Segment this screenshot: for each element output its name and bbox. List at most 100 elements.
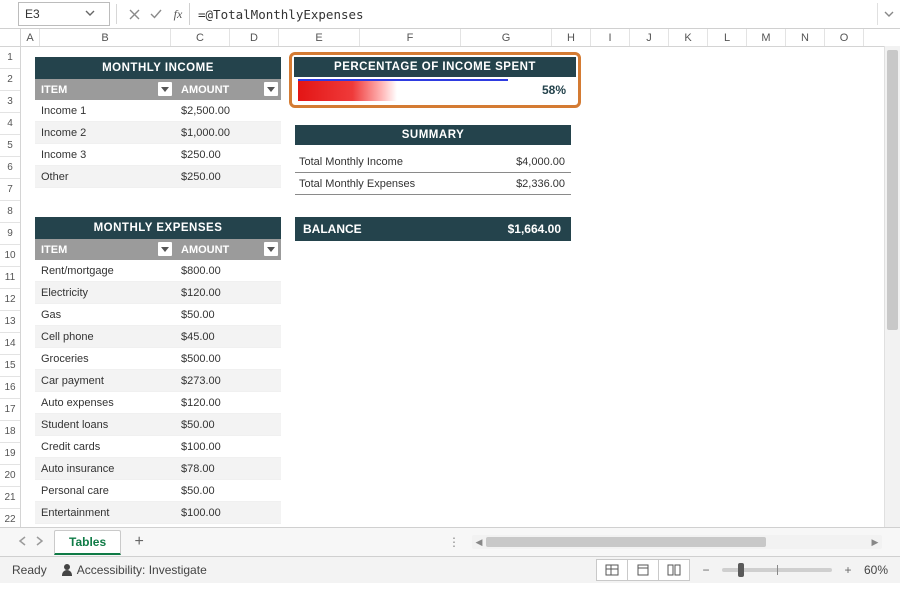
enter-formula-button[interactable] [145, 3, 167, 25]
balance-value: $1,664.00 [451, 222, 571, 236]
tab-next-button[interactable] [35, 535, 44, 549]
item-cell: Cell phone [35, 331, 175, 343]
tab-prev-button[interactable] [18, 535, 27, 549]
view-normal-button[interactable] [596, 559, 628, 581]
table-row[interactable]: Student loans$50.00 [35, 414, 281, 436]
row-header[interactable]: 4 [0, 113, 20, 135]
table-row[interactable]: Rent/mortgage$800.00 [35, 260, 281, 282]
column-header[interactable]: C [171, 29, 230, 46]
row-header[interactable]: 10 [0, 245, 20, 267]
summary-panel: SUMMARY Total Monthly Income$4,000.00Tot… [295, 125, 571, 195]
scroll-left-icon[interactable]: ◀ [472, 537, 486, 548]
amount-cell: $250.00 [175, 171, 281, 183]
column-header[interactable]: L [708, 29, 747, 46]
column-header[interactable]: F [360, 29, 461, 46]
vertical-scrollbar[interactable] [884, 46, 900, 527]
table-row[interactable]: Car payment$273.00 [35, 370, 281, 392]
zoom-slider[interactable] [722, 568, 832, 572]
zoom-in-button[interactable]: + [842, 563, 854, 577]
scrollbar-thumb[interactable] [887, 50, 898, 330]
column-header[interactable]: A [21, 29, 40, 46]
row-header[interactable]: 5 [0, 135, 20, 157]
column-header[interactable]: J [630, 29, 669, 46]
table-row[interactable]: Personal care$50.00 [35, 480, 281, 502]
table-row[interactable]: Auto insurance$78.00 [35, 458, 281, 480]
table-row[interactable]: Gas$50.00 [35, 304, 281, 326]
filter-icon[interactable] [264, 242, 278, 256]
amount-cell: $50.00 [175, 309, 281, 321]
column-header[interactable]: E [279, 29, 360, 46]
sheet-surface[interactable]: MONTHLY INCOME ITEM AMOUNT Income 1$2,50… [21, 47, 900, 527]
row-header[interactable]: 21 [0, 487, 20, 509]
row-header[interactable]: 17 [0, 399, 20, 421]
sheet-tab-tables[interactable]: Tables [54, 530, 121, 555]
row-header[interactable]: 13 [0, 311, 20, 333]
column-header[interactable]: H [552, 29, 591, 46]
scroll-right-icon[interactable]: ▶ [868, 537, 882, 548]
chevron-down-icon[interactable] [64, 7, 109, 21]
zoom-level[interactable]: 60% [864, 563, 888, 577]
zoom-slider-thumb[interactable] [738, 563, 744, 577]
row-header[interactable]: 22 [0, 509, 20, 527]
accessibility-button[interactable]: Accessibility: Investigate [61, 563, 207, 577]
row-header[interactable]: 7 [0, 179, 20, 201]
summary-label: Total Monthly Income [295, 156, 475, 168]
item-cell: Auto expenses [35, 397, 175, 409]
row-header[interactable]: 3 [0, 91, 20, 113]
expand-formula-bar-button[interactable] [877, 3, 900, 25]
summary-line: Total Monthly Expenses$2,336.00 [295, 173, 571, 195]
cancel-formula-button[interactable] [123, 3, 145, 25]
table-row[interactable]: Income 1$2,500.00 [35, 100, 281, 122]
row-header[interactable]: 9 [0, 223, 20, 245]
table-row[interactable]: Other$250.00 [35, 166, 281, 188]
horizontal-scrollbar[interactable]: ◀ ▶ [472, 535, 882, 549]
filter-icon[interactable] [158, 242, 172, 256]
tab-drag-handle-icon[interactable]: ⋮ [448, 535, 462, 549]
column-header[interactable]: K [669, 29, 708, 46]
column-header[interactable]: I [591, 29, 630, 46]
table-row[interactable]: Cell phone$45.00 [35, 326, 281, 348]
amount-cell: $120.00 [175, 287, 281, 299]
row-header[interactable]: 11 [0, 267, 20, 289]
formula-input[interactable]: =@TotalMonthlyExpenses [189, 3, 877, 25]
row-header[interactable]: 8 [0, 201, 20, 223]
row-header[interactable]: 14 [0, 333, 20, 355]
view-page-break-button[interactable] [658, 559, 690, 581]
view-page-layout-button[interactable] [627, 559, 659, 581]
row-header[interactable]: 16 [0, 377, 20, 399]
row-header[interactable]: 18 [0, 421, 20, 443]
table-row[interactable]: Income 2$1,000.00 [35, 122, 281, 144]
zoom-out-button[interactable]: − [700, 563, 712, 577]
filter-icon[interactable] [158, 82, 172, 96]
column-header[interactable]: B [40, 29, 171, 46]
name-box[interactable]: E3 [18, 2, 110, 26]
column-header[interactable]: D [230, 29, 279, 46]
scrollbar-thumb[interactable] [486, 537, 766, 547]
row-header[interactable]: 19 [0, 443, 20, 465]
row-header[interactable]: 6 [0, 157, 20, 179]
insert-function-button[interactable]: fx [167, 3, 189, 25]
column-header[interactable]: G [461, 29, 552, 46]
table-row[interactable]: Credit cards$100.00 [35, 436, 281, 458]
row-header[interactable]: 12 [0, 289, 20, 311]
item-cell: Gas [35, 309, 175, 321]
table-row[interactable]: Income 3$250.00 [35, 144, 281, 166]
table-row[interactable]: Auto expenses$120.00 [35, 392, 281, 414]
status-ready: Ready [12, 563, 47, 577]
add-sheet-button[interactable]: + [127, 530, 151, 554]
table-row[interactable]: Groceries$500.00 [35, 348, 281, 370]
column-header[interactable]: O [825, 29, 864, 46]
item-cell: Credit cards [35, 441, 175, 453]
row-header[interactable]: 20 [0, 465, 20, 487]
row-header[interactable]: 15 [0, 355, 20, 377]
column-header[interactable]: N [786, 29, 825, 46]
select-all-corner[interactable] [0, 29, 21, 46]
table-row[interactable]: Entertainment$100.00 [35, 502, 281, 524]
filter-icon[interactable] [264, 82, 278, 96]
row-header[interactable]: 2 [0, 69, 20, 91]
column-header[interactable]: M [747, 29, 786, 46]
row-header[interactable]: 1 [0, 47, 20, 69]
table-row[interactable]: Electricity$120.00 [35, 282, 281, 304]
accessibility-icon [61, 564, 73, 576]
percentage-spent-bar [298, 79, 508, 101]
